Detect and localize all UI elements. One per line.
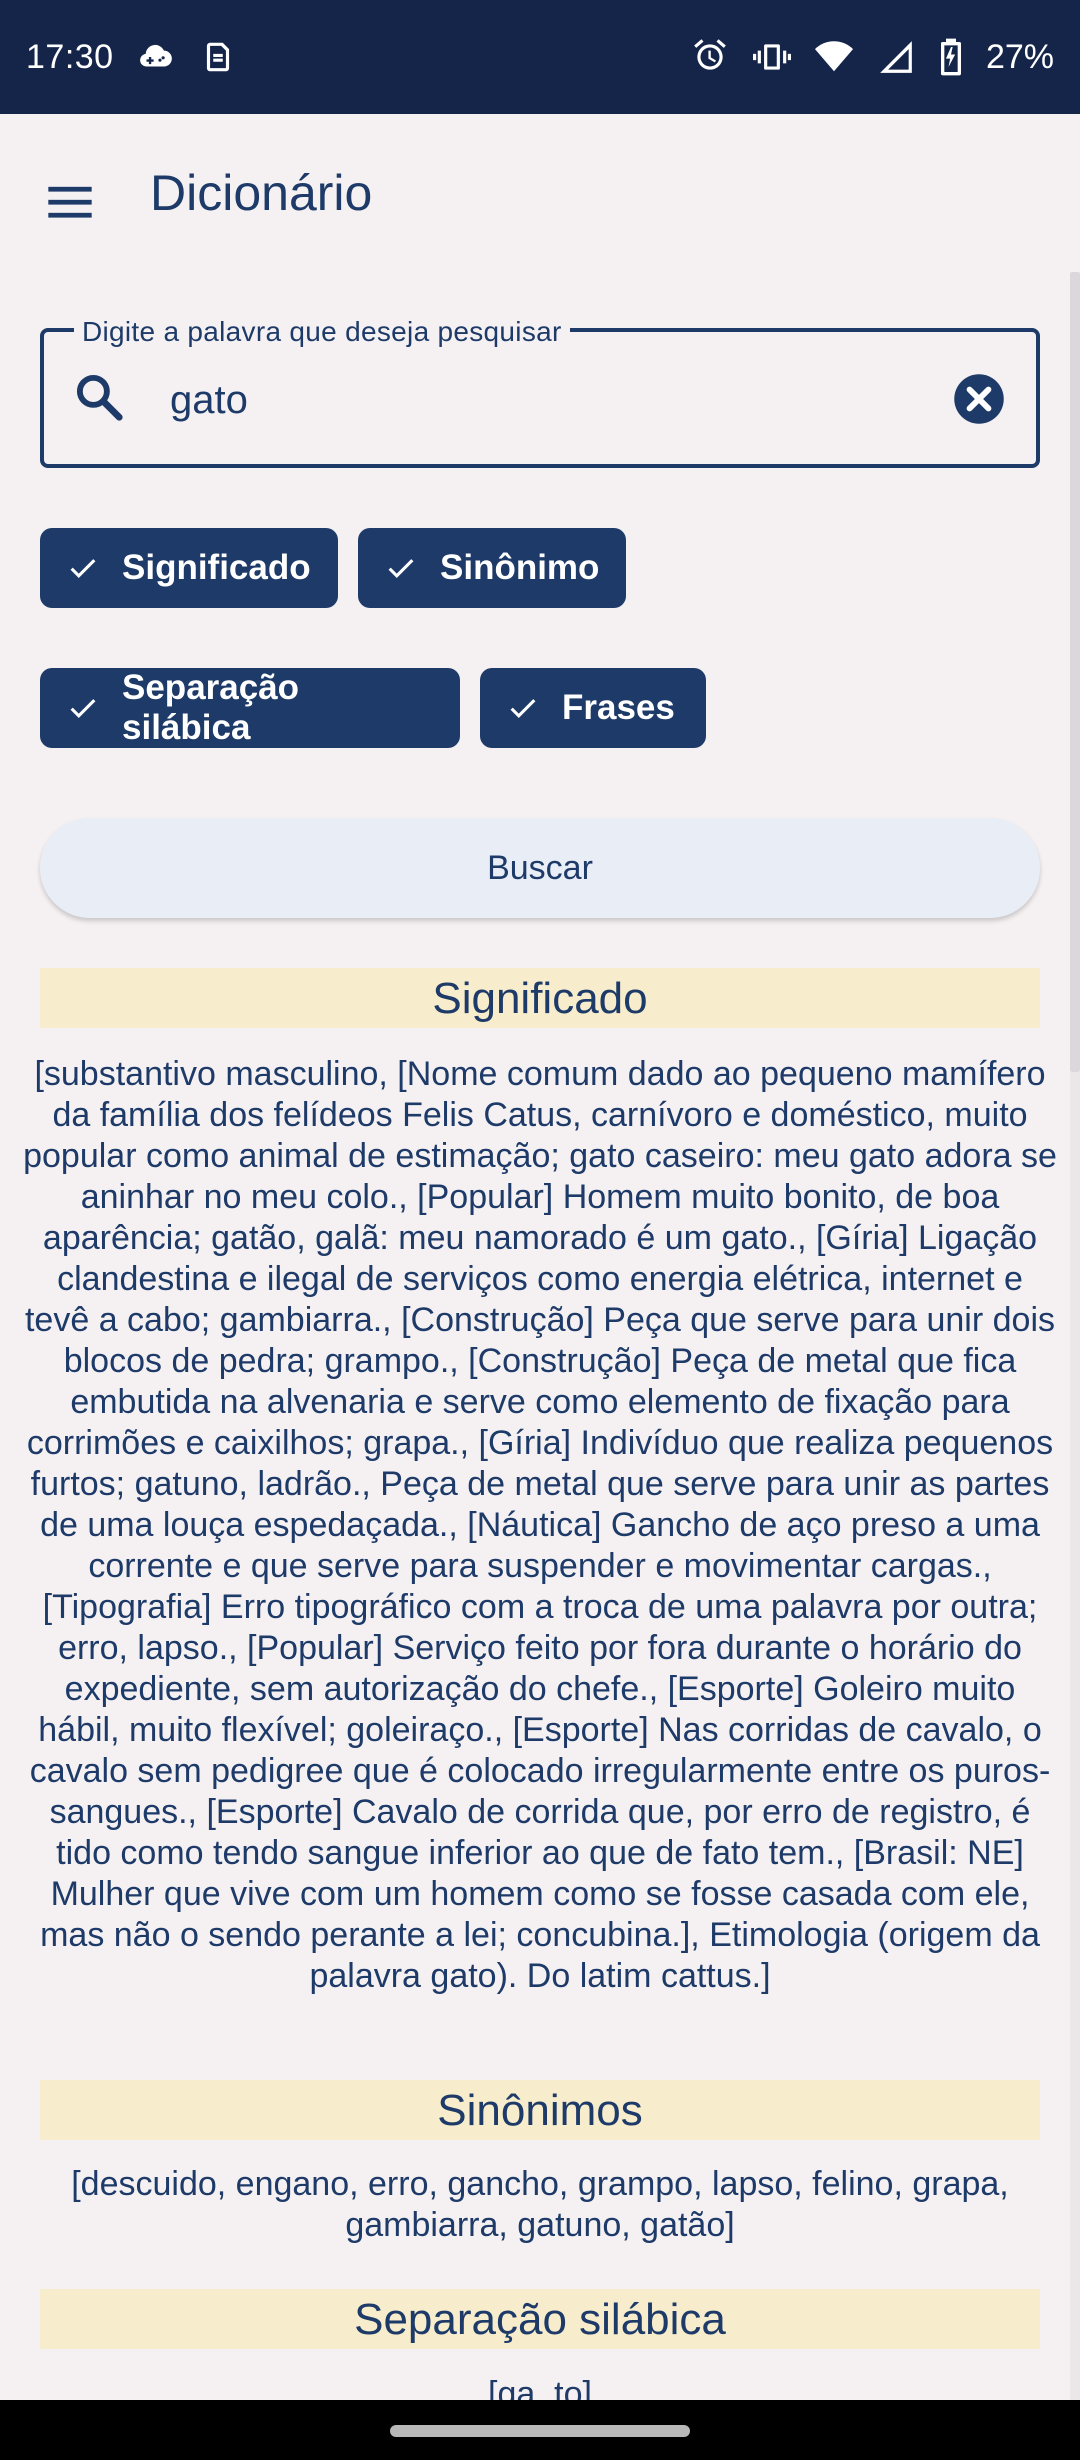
chip-label: Significado bbox=[122, 548, 311, 587]
scrollbar-thumb[interactable] bbox=[1070, 272, 1080, 1072]
check-icon bbox=[66, 551, 100, 585]
clear-search-icon[interactable] bbox=[952, 372, 1006, 426]
page-title: Dicionário bbox=[150, 165, 373, 221]
home-gesture-handle[interactable] bbox=[390, 2425, 690, 2437]
chip-significado[interactable]: Significado bbox=[40, 528, 338, 608]
check-icon bbox=[66, 691, 100, 725]
section-title-sinonimos: Sinônimos bbox=[40, 2080, 1040, 2140]
section-title-significado: Significado bbox=[40, 968, 1040, 1028]
app-bar: Dicionário bbox=[0, 114, 1080, 282]
section-title-separacao: Separação silábica bbox=[40, 2289, 1040, 2349]
alarm-icon bbox=[690, 37, 730, 77]
search-input[interactable] bbox=[170, 370, 930, 430]
check-icon bbox=[384, 551, 418, 585]
battery-charging-icon bbox=[938, 37, 964, 77]
hamburger-menu-icon[interactable] bbox=[40, 172, 100, 232]
check-icon bbox=[506, 691, 540, 725]
buscar-button[interactable]: Buscar bbox=[40, 818, 1040, 918]
separacao-text: [ga, to] bbox=[488, 2375, 592, 2400]
sim-icon bbox=[198, 37, 238, 77]
battery-percent: 27% bbox=[985, 37, 1054, 76]
chip-frases[interactable]: Frases bbox=[480, 668, 706, 748]
chip-label: Separação silábica bbox=[122, 668, 300, 747]
significado-text: [substantivo masculino, [Nome comum dado… bbox=[23, 1055, 1057, 1995]
signal-icon bbox=[876, 37, 916, 77]
chip-separacao-silabica[interactable]: Separação silábica bbox=[40, 668, 460, 748]
vibrate-icon bbox=[752, 37, 792, 77]
search-label: Digite a palavra que deseja pesquisar bbox=[74, 316, 570, 348]
status-bar: 17:30 27% bbox=[0, 0, 1080, 114]
status-time: 17:30 bbox=[26, 37, 114, 76]
chip-label: Frases bbox=[562, 688, 675, 727]
search-icon bbox=[76, 374, 123, 421]
sinonimos-text: [descuido, engano, erro, gancho, grampo,… bbox=[71, 2165, 1009, 2244]
cloud-game-icon bbox=[136, 37, 176, 77]
wifi-icon bbox=[814, 37, 854, 77]
chip-sinonimo[interactable]: Sinônimo bbox=[358, 528, 626, 608]
chip-label: Sinônimo bbox=[440, 548, 600, 587]
